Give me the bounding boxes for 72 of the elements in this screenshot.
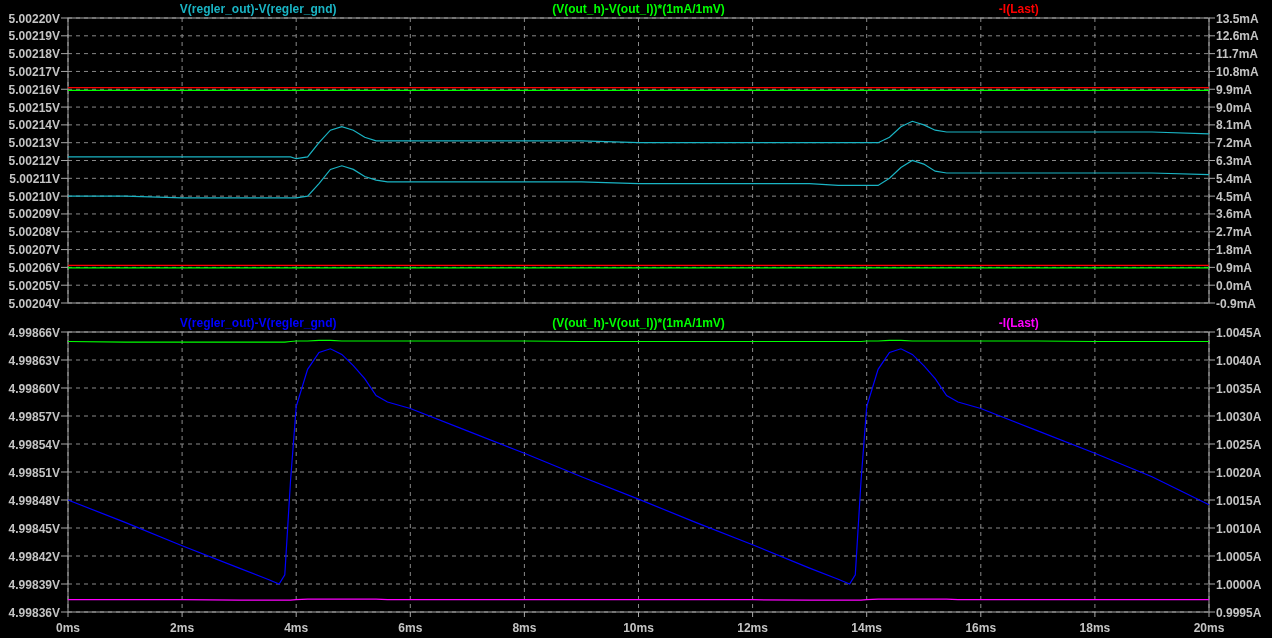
axis-tick-label: 20ms <box>1193 621 1225 635</box>
axis-tick-label: 4.99842V <box>8 549 60 564</box>
axis-tick-label: 12.6mA <box>1216 29 1259 44</box>
axis-tick-label: 1.0010A <box>1216 521 1262 536</box>
axis-tick-label: 4.99854V <box>8 437 60 452</box>
axis-tick-label: 18ms <box>1079 621 1111 635</box>
trace-legend[interactable]: -I(Last) <box>998 316 1039 330</box>
axis-tick-label: 5.00210V <box>8 189 60 204</box>
axis-tick-label: 9.9mA <box>1216 82 1253 97</box>
axis-tick-label: 5.00219V <box>8 29 60 44</box>
axis-tick-label: 4.99857V <box>8 409 60 424</box>
axis-tick-label: 11.7mA <box>1216 47 1259 62</box>
axis-tick-label: 5.00215V <box>8 100 60 115</box>
axis-tick-label: 4.99839V <box>8 577 60 592</box>
axis-tick-label: 1.0025A <box>1216 437 1262 452</box>
axis-tick-label: 1.0045A <box>1216 325 1262 340</box>
axis-tick-label: 5.00206V <box>8 260 60 275</box>
axis-tick-label: 16ms <box>965 621 997 635</box>
axis-tick-label: 0.9995A <box>1216 605 1262 620</box>
axis-tick-label: 5.00214V <box>8 118 60 133</box>
axis-tick-label: 5.00220V <box>8 11 60 26</box>
axis-tick-label: 4.99851V <box>8 465 60 480</box>
axis-tick-label: 5.00218V <box>8 47 60 62</box>
axis-tick-label: 1.0015A <box>1216 493 1262 508</box>
axis-tick-label: 2ms <box>170 621 195 635</box>
axis-tick-label: 5.00213V <box>8 136 60 151</box>
axis-tick-label: 1.0000A <box>1216 577 1262 592</box>
axis-tick-label: 4.99848V <box>8 493 60 508</box>
axis-tick-label: 2.7mA <box>1216 225 1253 240</box>
axis-tick-label: 12ms <box>737 621 768 635</box>
axis-tick-label: 6.3mA <box>1216 154 1253 168</box>
axis-tick-label: 6ms <box>398 621 423 635</box>
axis-tick-label: 14ms <box>851 621 883 635</box>
axis-tick-label: 4.5mA <box>1216 189 1253 204</box>
trace-legend[interactable]: (V(out_h)-V(out_l))*(1mA/1mV) <box>552 2 725 16</box>
axis-tick-label: 9.0mA <box>1216 100 1253 115</box>
axis-tick-label: 0.9mA <box>1216 260 1253 275</box>
axis-tick-label: 10.8mA <box>1216 64 1259 79</box>
trace-legend[interactable]: -I(Last) <box>998 2 1039 16</box>
axis-tick-label: 1.0035A <box>1216 381 1262 396</box>
axis-tick-label: 4.99860V <box>8 381 60 396</box>
axis-tick-label: 0ms <box>56 621 80 635</box>
axis-tick-label: 5.4mA <box>1216 171 1253 186</box>
axis-tick-label: 5.00207V <box>8 243 60 258</box>
axis-tick-label: 4.99863V <box>8 353 60 368</box>
axis-tick-label: 5.00204V <box>8 296 60 308</box>
axis-tick-label: 13.5mA <box>1216 11 1259 26</box>
trace-legend[interactable]: V(regler_out)-V(regler_gnd) <box>179 2 337 16</box>
axis-tick-label: 5.00212V <box>8 154 60 168</box>
axis-tick-label: 5.00217V <box>8 64 60 79</box>
axis-tick-label: 4.99845V <box>8 521 60 536</box>
axis-tick-label: 5.00211V <box>9 171 60 186</box>
axis-tick-label: 7.2mA <box>1216 136 1253 151</box>
axis-tick-label: 3.6mA <box>1216 207 1253 222</box>
axis-tick-label: 1.0030A <box>1216 409 1262 424</box>
axis-tick-label: 8ms <box>512 621 537 635</box>
axis-tick-label: 1.0040A <box>1216 353 1262 368</box>
axis-tick-label: 8.1mA <box>1216 118 1253 133</box>
axis-tick-label: 5.00205V <box>8 278 60 293</box>
trace-legend[interactable]: (V(out_h)-V(out_l))*(1mA/1mV) <box>552 316 725 330</box>
axis-tick-label: 5.00208V <box>8 225 60 240</box>
axis-tick-label: 5.00216V <box>8 82 60 97</box>
axis-tick-label: 4.99866V <box>8 325 60 340</box>
axis-tick-label: 1.0005A <box>1216 549 1262 564</box>
axis-tick-label: 1.8mA <box>1216 243 1253 258</box>
axis-tick-label: -0.9mA <box>1216 296 1256 308</box>
axis-tick-label: 0.0mA <box>1216 278 1253 293</box>
axis-tick-label: 1.0020A <box>1216 465 1262 480</box>
axis-tick-label: 4.99836V <box>8 605 60 620</box>
axis-tick-label: 10ms <box>623 621 654 635</box>
axis-tick-label: 4ms <box>284 621 309 635</box>
axis-tick-label: 5.00209V <box>8 207 60 222</box>
